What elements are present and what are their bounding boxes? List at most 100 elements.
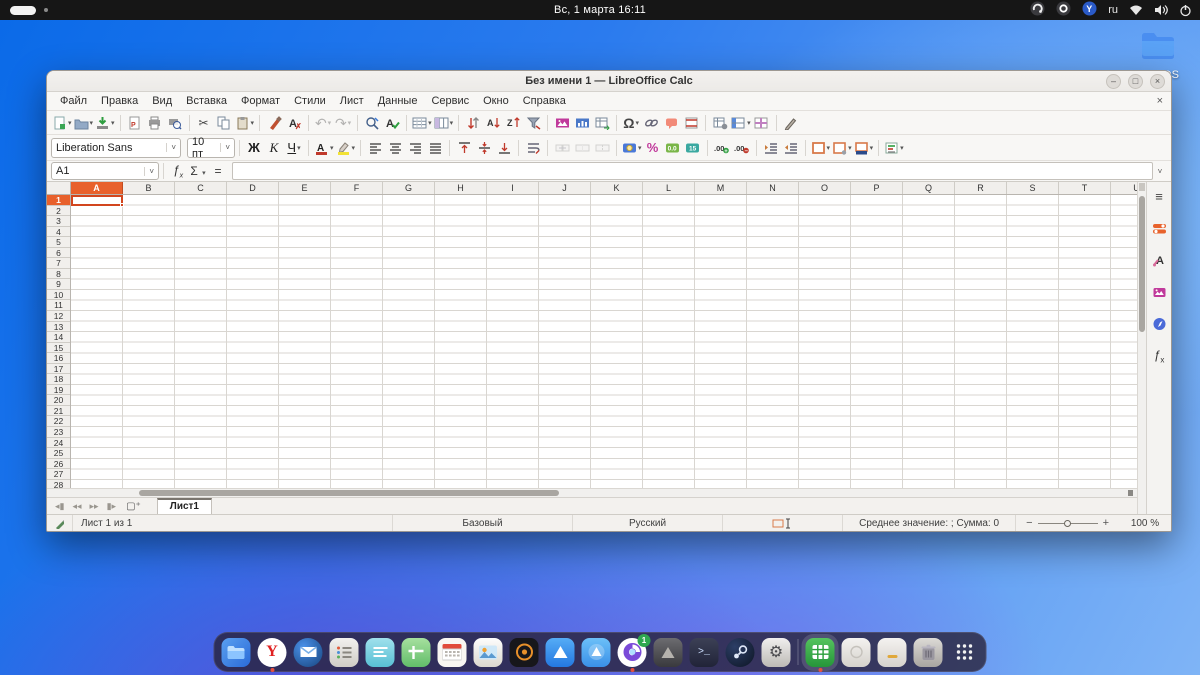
column-header-N[interactable]: N	[747, 182, 799, 194]
freeze-rows-columns-icon[interactable]: ▾	[730, 113, 752, 133]
title-bar[interactable]: Без имени 1 — LibreOffice Calc – □ ×	[47, 71, 1171, 92]
menu-Файл[interactable]: Файл	[53, 94, 94, 108]
row-header-2[interactable]: 2	[47, 206, 70, 217]
menu-Окно[interactable]: Окно	[476, 94, 516, 108]
vertical-scrollbar-thumb[interactable]	[1139, 196, 1145, 332]
row-header-7[interactable]: 7	[47, 258, 70, 269]
dock-text-editor-app[interactable]	[365, 637, 395, 667]
conditional-formatting-icon[interactable]: ▾	[883, 138, 905, 158]
dock-calendar-app[interactable]	[437, 637, 467, 667]
page-style[interactable]: Базовый	[393, 515, 573, 531]
wifi-icon[interactable]	[1129, 4, 1143, 16]
paste-icon[interactable]: ▾	[234, 113, 256, 133]
underline-icon[interactable]: Ч ▾	[284, 138, 304, 158]
row-header-28[interactable]: 28	[47, 480, 70, 488]
sheet-info[interactable]: Лист 1 из 1	[73, 515, 393, 531]
app-indicator-icon[interactable]	[1056, 1, 1071, 19]
formula-input[interactable]	[232, 162, 1153, 180]
row-header-11[interactable]: 11	[47, 300, 70, 312]
comment-icon[interactable]	[661, 113, 681, 133]
headers-footers-icon[interactable]	[681, 113, 701, 133]
selected-cell-A1[interactable]	[71, 195, 124, 207]
italic-icon[interactable]: К	[264, 138, 284, 158]
highlight-color-icon[interactable]: ▾	[335, 138, 357, 158]
dock-light-app-1[interactable]	[841, 637, 871, 667]
recorder-indicator-icon[interactable]	[1030, 1, 1045, 19]
dock-files-app[interactable]	[221, 637, 251, 667]
column-header-R[interactable]: R	[955, 182, 1007, 194]
row-header-10[interactable]: 10	[47, 290, 70, 301]
zoom-slider-knob[interactable]	[1063, 519, 1071, 527]
split-window-icon[interactable]	[752, 113, 772, 133]
next-sheet-button[interactable]: ▸▸	[86, 499, 103, 514]
align-bottom-icon[interactable]	[494, 138, 514, 158]
first-sheet-button[interactable]: ◂▮	[51, 499, 68, 514]
dock-light-app-2[interactable]	[877, 637, 907, 667]
align-left-icon[interactable]	[365, 138, 385, 158]
date-format-icon[interactable]: 15	[683, 138, 703, 158]
column-header-A[interactable]: A	[71, 182, 123, 194]
add-decimal-icon[interactable]: .00 +	[712, 138, 732, 158]
menu-Справка[interactable]: Справка	[516, 94, 573, 108]
align-center-icon[interactable]	[385, 138, 405, 158]
row-header-22[interactable]: 22	[47, 416, 70, 428]
dock-music-app[interactable]	[509, 637, 539, 667]
menu-Правка[interactable]: Правка	[94, 94, 145, 108]
wrap-text-icon[interactable]	[523, 138, 543, 158]
properties-deck-icon[interactable]	[1149, 218, 1169, 238]
cell-stats[interactable]: Среднее значение: ; Сумма: 0	[843, 515, 1017, 531]
add-sheet-button[interactable]: ▢⁺	[120, 499, 147, 514]
bold-icon[interactable]: Ж	[244, 138, 264, 158]
dock-dark-utility-app[interactable]	[653, 637, 683, 667]
sort-ascending-icon[interactable]: A	[483, 113, 503, 133]
hyperlink-icon[interactable]	[641, 113, 661, 133]
power-icon[interactable]	[1179, 4, 1192, 17]
maximize-button[interactable]: □	[1128, 74, 1143, 89]
chevron-down-icon[interactable]: ˅	[144, 166, 154, 176]
dock-browser-profile-app[interactable]: 1	[617, 633, 651, 672]
align-right-icon[interactable]	[405, 138, 425, 158]
menu-Вставка[interactable]: Вставка	[179, 94, 234, 108]
row-header-3[interactable]: 3	[47, 216, 70, 227]
column-header-E[interactable]: E	[279, 182, 331, 194]
gallery-deck-icon[interactable]	[1149, 282, 1169, 302]
borders-icon[interactable]: ▾	[810, 138, 832, 158]
last-sheet-button[interactable]: ▮▸	[103, 499, 120, 514]
yandex-indicator-icon[interactable]: Y	[1082, 1, 1097, 19]
row-header-24[interactable]: 24	[47, 438, 70, 449]
column-header-D[interactable]: D	[227, 182, 279, 194]
row-header-15[interactable]: 15	[47, 343, 70, 354]
formula-button[interactable]: =	[208, 164, 228, 178]
column-header-Q[interactable]: Q	[903, 182, 955, 194]
chevron-down-icon[interactable]: ˅	[220, 143, 230, 152]
menu-Формат[interactable]: Формат	[234, 94, 287, 108]
close-button[interactable]: ×	[1150, 74, 1165, 89]
menu-Сервис[interactable]: Сервис	[424, 94, 476, 108]
column-header-S[interactable]: S	[1007, 182, 1059, 194]
export-pdf-icon[interactable]: P	[125, 113, 145, 133]
delete-decimal-icon[interactable]: .00–	[732, 138, 752, 158]
spreadsheet-grid[interactable]: ABCDEFGHIJKLMNOPQRSTU 123456789101112131…	[47, 182, 1137, 488]
expand-formula-bar-icon[interactable]: ˅	[1153, 167, 1167, 176]
selection-mode-indicator[interactable]	[723, 515, 843, 531]
row-header-16[interactable]: 16	[47, 353, 70, 364]
name-box[interactable]: A1 ˅	[51, 162, 159, 180]
horizontal-scrollbar-thumb[interactable]	[139, 490, 559, 496]
row-header-23[interactable]: 23	[47, 427, 70, 438]
new-icon[interactable]: ▾	[51, 113, 73, 133]
row-header-25[interactable]: 25	[47, 448, 70, 459]
border-style-icon[interactable]: ▾	[831, 138, 853, 158]
zoom-level[interactable]: 100 %	[1119, 515, 1171, 531]
styles-deck-icon[interactable]: A	[1149, 250, 1169, 270]
column-header-F[interactable]: F	[331, 182, 383, 194]
column-header-H[interactable]: H	[435, 182, 487, 194]
dock-tasks-app[interactable]	[329, 637, 359, 667]
fill-handle[interactable]	[120, 203, 124, 207]
sidebar-settings-icon[interactable]: ≡	[1149, 186, 1169, 206]
close-document-icon[interactable]: ×	[1157, 95, 1163, 107]
navigator-deck-icon[interactable]	[1149, 314, 1169, 334]
increase-indent-icon[interactable]	[761, 138, 781, 158]
column-header-M[interactable]: M	[695, 182, 747, 194]
column-header-C[interactable]: C	[175, 182, 227, 194]
row-header-26[interactable]: 26	[47, 459, 70, 470]
